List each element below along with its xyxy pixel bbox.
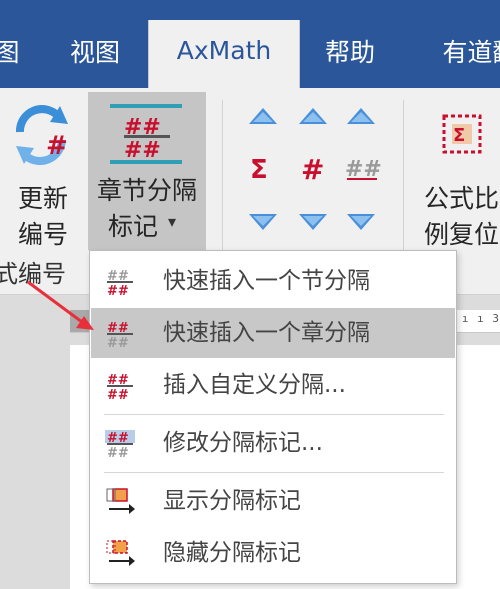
move-down-icon[interactable] xyxy=(297,212,329,232)
chevron-down-icon: ▾ xyxy=(168,212,177,231)
svg-text:Σ: Σ xyxy=(453,125,465,146)
navigation-icon-grid: Σ # ## xyxy=(245,106,385,246)
menu-item-quick-insert-chapter-break[interactable]: ## ## 快速插入一个章分隔 xyxy=(91,308,455,358)
svg-text:##: ## xyxy=(107,336,129,349)
menu-item-label: 隐藏分隔标记 xyxy=(163,540,301,566)
modify-break-icon: ## ## xyxy=(105,430,135,459)
formula-ratio-reset-label-2: 例复位 xyxy=(424,220,500,249)
tab-help[interactable]: 帮助 xyxy=(305,22,395,88)
chapter-break-icon: ## ## xyxy=(107,321,133,349)
menu-separator xyxy=(104,472,444,473)
tab-view[interactable]: 视图 xyxy=(50,22,140,88)
ribbon-separator xyxy=(222,100,223,260)
show-marks-icon xyxy=(106,488,135,514)
formula-ratio-reset-button[interactable]: Σ 公式比 例复位 xyxy=(420,98,500,249)
numbering-group-label: 式编号 xyxy=(0,260,66,288)
move-down-icon[interactable] xyxy=(345,212,377,232)
menu-item-show-break-marks[interactable]: 显示分隔标记 xyxy=(91,476,455,526)
menu-item-quick-insert-section-break[interactable]: ## ## 快速插入一个节分隔 xyxy=(91,256,455,306)
menu-item-hide-break-marks[interactable]: 隐藏分隔标记 xyxy=(91,528,455,578)
custom-break-icon: ## ## xyxy=(107,373,133,401)
ribbon-tab-bar: 图 视图 AxMath 帮助 有道翻 xyxy=(0,0,500,90)
menu-item-insert-custom-break[interactable]: ## ## 插入自定义分隔... xyxy=(91,360,455,410)
move-up-icon[interactable] xyxy=(297,106,329,126)
tab-youdao-translate[interactable]: 有道翻 xyxy=(435,22,500,88)
menu-item-label: 修改分隔标记... xyxy=(163,430,323,456)
section-break-mark-label-1: 章节分隔 xyxy=(96,176,197,205)
hide-marks-icon xyxy=(106,540,135,566)
section-break-mark-button[interactable]: ## ## 章节分隔 标记 ▾ xyxy=(88,92,206,250)
sigma-icon[interactable]: Σ xyxy=(247,152,279,184)
ribbon-separator xyxy=(403,100,404,260)
menu-separator xyxy=(104,414,444,415)
svg-text:#: # xyxy=(301,153,324,184)
svg-text:##: ## xyxy=(107,284,129,297)
formula-ratio-reset-label-1: 公式比 xyxy=(424,184,500,213)
section-break-icon: ## ## xyxy=(110,104,182,164)
svg-text:##: ## xyxy=(124,138,161,163)
tab-axmath[interactable]: AxMath xyxy=(148,20,300,90)
svg-text:##: ## xyxy=(107,446,129,459)
menu-item-modify-break-mark[interactable]: ## ## 修改分隔标记... xyxy=(91,418,455,468)
menu-item-label: 快速插入一个节分隔 xyxy=(163,268,370,294)
move-up-icon[interactable] xyxy=(247,106,279,126)
update-numbering-label-2: 编号 xyxy=(17,220,68,249)
move-down-icon[interactable] xyxy=(247,212,279,232)
double-hash-icon[interactable]: ## xyxy=(345,152,381,184)
update-numbering-label-1: 更新 xyxy=(17,184,68,213)
menu-item-label: 插入自定义分隔... xyxy=(163,372,346,398)
svg-text:##: ## xyxy=(107,388,129,401)
formula-reset-icon: Σ xyxy=(442,114,482,154)
section-break-icon: ## ## xyxy=(107,269,133,297)
refresh-numbering-icon: # xyxy=(16,105,68,166)
menu-item-label: 显示分隔标记 xyxy=(163,488,301,514)
move-up-icon[interactable] xyxy=(345,106,377,126)
svg-text:#: # xyxy=(46,131,68,161)
section-break-dropdown-menu: ## ## 快速插入一个节分隔 ## ## 快速插入一个章分隔 ## ## 插入… xyxy=(89,250,457,584)
svg-text:Σ: Σ xyxy=(250,155,268,184)
menu-item-label: 快速插入一个章分隔 xyxy=(163,320,370,346)
hash-icon[interactable]: # xyxy=(297,152,329,184)
update-numbering-button[interactable]: # 更新 编号 xyxy=(8,98,78,249)
section-break-mark-label-2: 标记 xyxy=(107,212,158,241)
tab-image[interactable]: 图 xyxy=(0,22,22,88)
